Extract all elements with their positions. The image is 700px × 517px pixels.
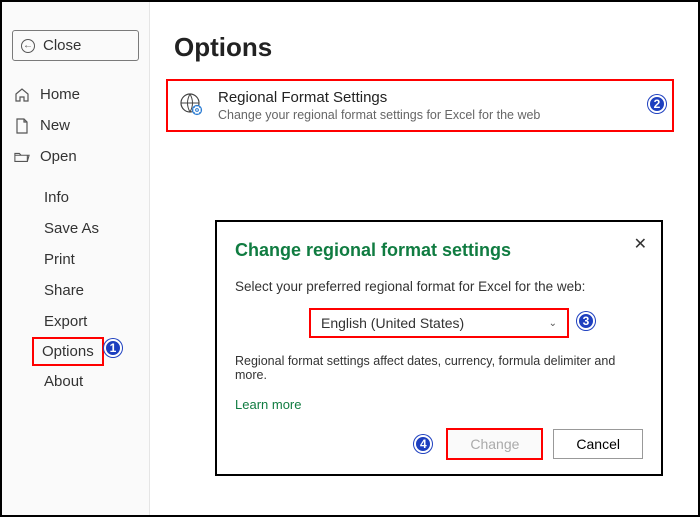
sidebar-item-share[interactable]: Share [2, 275, 149, 306]
learn-more-link[interactable]: Learn more [235, 397, 301, 412]
options-highlight: Options [32, 337, 104, 366]
sidebar-options-label: Options [42, 343, 94, 360]
sidebar-new-label: New [40, 117, 70, 134]
callout-badge-3: 3 [577, 312, 595, 330]
back-arrow-icon: ← [21, 39, 35, 53]
sidebar-open-label: Open [40, 148, 77, 165]
sidebar-home-label: Home [40, 86, 80, 103]
callout-badge-2: 2 [648, 95, 666, 113]
close-label: Close [43, 37, 81, 54]
sidebar-item-saveas[interactable]: Save As [2, 213, 149, 244]
page-title: Options [174, 32, 678, 63]
chevron-down-icon: ⌄ [549, 318, 557, 329]
cancel-button[interactable]: Cancel [553, 429, 643, 459]
sidebar-item-info[interactable]: Info [2, 182, 149, 213]
tile-subtitle: Change your regional format settings for… [218, 108, 540, 122]
globe-settings-icon [178, 91, 204, 117]
dialog-prompt: Select your preferred regional format fo… [235, 279, 643, 294]
regional-format-tile[interactable]: Regional Format Settings Change your reg… [166, 79, 674, 132]
region-dropdown[interactable]: English (United States) ⌄ [309, 308, 569, 338]
sidebar-item-print[interactable]: Print [2, 244, 149, 275]
region-dropdown-wrap: English (United States) ⌄ 3 [309, 308, 569, 338]
folder-open-icon [14, 150, 30, 164]
sidebar-item-export[interactable]: Export [2, 306, 149, 337]
app-frame: ← Close Home New Open Info Save As Print… [0, 0, 700, 517]
callout-badge-1: 1 [104, 339, 122, 357]
sidebar-item-about[interactable]: About [2, 366, 149, 397]
main-panel: Options Regional Format Settings Change … [162, 22, 678, 132]
dialog-buttons: 4 Change Cancel [235, 428, 643, 460]
sidebar-item-home[interactable]: Home [2, 79, 149, 110]
sidebar-item-new[interactable]: New [2, 110, 149, 141]
new-file-icon [14, 118, 30, 134]
change-button[interactable]: Change [446, 428, 543, 460]
dialog-close-icon[interactable]: ✕ [634, 234, 647, 254]
sidebar-item-open[interactable]: Open [2, 141, 149, 172]
callout-badge-4: 4 [414, 435, 432, 453]
backstage-sidebar: ← Close Home New Open Info Save As Print… [2, 2, 150, 515]
region-selected-value: English (United States) [321, 315, 464, 331]
tile-title: Regional Format Settings [218, 89, 540, 106]
regional-format-dialog: ✕ Change regional format settings Select… [215, 220, 663, 476]
home-icon [14, 87, 30, 103]
dialog-note: Regional format settings affect dates, c… [235, 354, 643, 382]
sidebar-item-options[interactable]: Options 1 [2, 337, 149, 366]
close-button[interactable]: ← Close [12, 30, 139, 61]
dialog-title: Change regional format settings [235, 240, 643, 261]
tile-text: Regional Format Settings Change your reg… [218, 89, 540, 122]
